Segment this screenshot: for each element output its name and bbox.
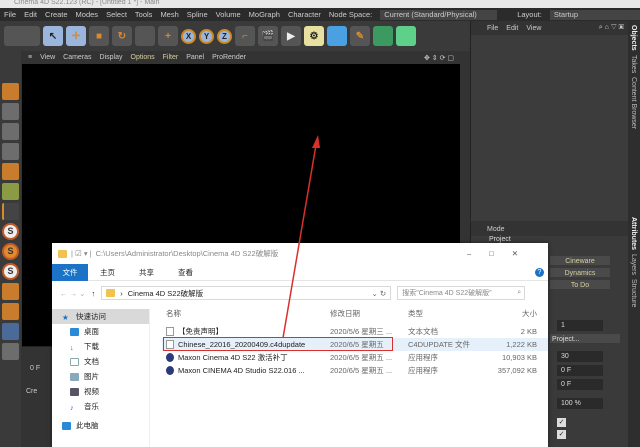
annotation-arrow [0, 0, 640, 447]
